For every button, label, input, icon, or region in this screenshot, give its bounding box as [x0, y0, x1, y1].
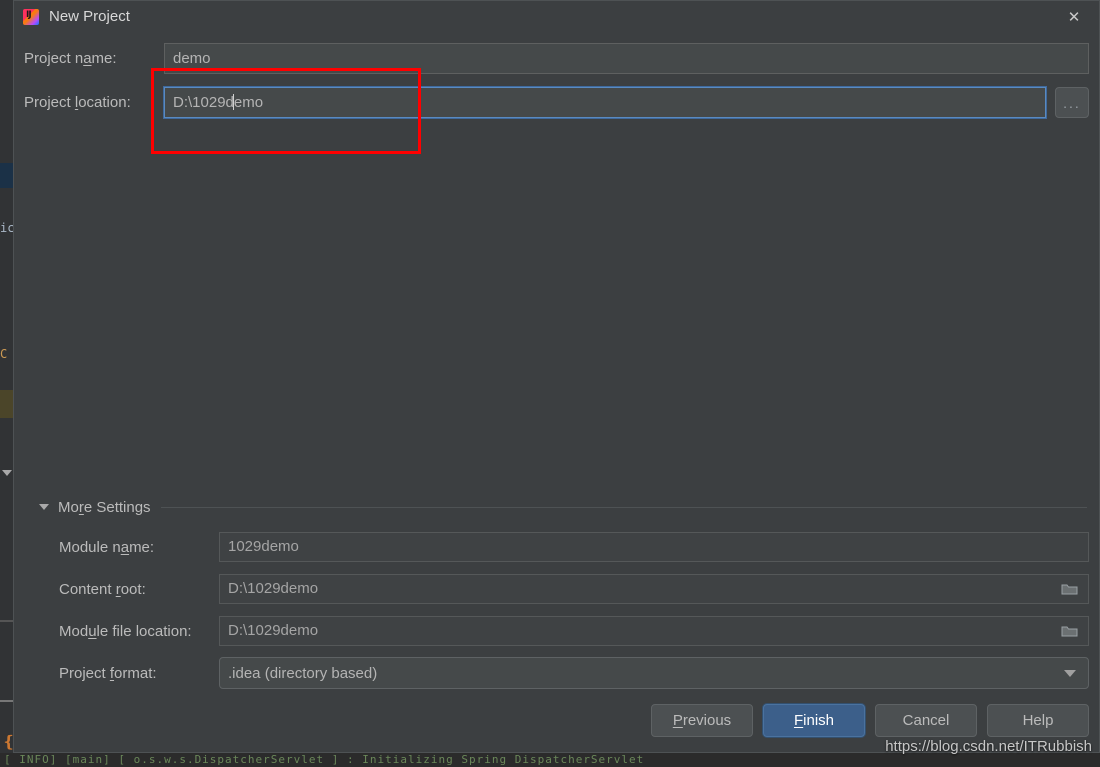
new-project-dialog: New Project ✕ Project name: demo Project… — [13, 0, 1100, 753]
module-file-location-input[interactable]: D:\1029demo — [219, 616, 1089, 646]
content-root-value: D:\1029demo — [228, 580, 319, 597]
module-name-label: Module name: — [59, 538, 155, 556]
content-root-input[interactable]: D:\1029demo — [219, 574, 1089, 604]
section-divider — [160, 506, 1087, 508]
ide-left-panel — [0, 0, 13, 767]
project-name-label: Project name: — [24, 50, 117, 67]
ide-edge-glyph: ic — [0, 221, 13, 235]
ide-left-selected-item — [0, 163, 13, 188]
finish-button[interactable]: Finish — [763, 703, 865, 737]
project-settings-form: Project name: demo Project location: D:\… — [14, 32, 1099, 154]
triangle-down-icon — [39, 504, 49, 510]
content-root-row: Content root: D:\1029demo — [24, 574, 1089, 604]
ide-left-highlight-row — [0, 390, 13, 418]
dialog-titlebar: New Project ✕ — [14, 1, 1099, 32]
more-settings-label: More Settings — [58, 498, 151, 516]
project-location-row: Project location: D:\1029demo ... — [24, 87, 1089, 118]
help-button[interactable]: Help — [987, 703, 1089, 737]
module-name-row: Module name: 1029demo — [24, 532, 1089, 562]
browse-location-button[interactable]: ... — [1055, 87, 1089, 118]
more-settings-section: More Settings Module name: 1029demo Cont… — [14, 494, 1099, 689]
module-file-location-value: D:\1029demo — [228, 622, 319, 639]
project-format-label: Project format: — [59, 664, 157, 682]
folder-icon[interactable] — [1061, 625, 1078, 638]
module-name-value: 1029demo — [228, 538, 299, 555]
module-file-location-row: Module file location: D:\1029demo — [24, 616, 1089, 646]
triangle-down-icon — [2, 470, 12, 476]
folder-icon[interactable] — [1061, 583, 1078, 596]
module-name-input[interactable]: 1029demo — [219, 532, 1089, 562]
ide-edge-glyph: C — [0, 347, 8, 361]
project-location-input[interactable]: D:\1029demo — [164, 87, 1046, 118]
dialog-empty-area — [14, 131, 1099, 494]
project-name-input[interactable]: demo — [164, 43, 1089, 74]
chevron-down-icon — [1064, 669, 1076, 677]
ide-divider — [0, 700, 13, 702]
location-text-before-caret: D:\1029d — [173, 94, 234, 111]
dialog-title: New Project — [49, 8, 130, 25]
more-settings-toggle[interactable]: More Settings — [24, 494, 1089, 520]
location-text-after-caret: emo — [233, 94, 264, 111]
project-format-value: .idea (directory based) — [228, 664, 378, 682]
watermark-url: https://blog.csdn.net/ITRubbish — [885, 738, 1092, 755]
module-file-location-label: Module file location: — [59, 622, 192, 640]
project-format-row: Project format: .idea (directory based) — [24, 657, 1089, 689]
previous-button[interactable]: Previous — [651, 703, 753, 737]
close-icon[interactable]: ✕ — [1057, 5, 1091, 29]
ide-divider — [0, 620, 13, 622]
ide-console-log: [ INFO] [main] [ o.s.w.s.DispatcherServl… — [0, 753, 1100, 767]
content-root-label: Content root: — [59, 580, 146, 598]
intellij-idea-icon — [23, 8, 39, 25]
project-location-label: Project location: — [24, 94, 131, 111]
project-format-select[interactable]: .idea (directory based) — [219, 657, 1089, 689]
project-name-row: Project name: demo — [24, 43, 1089, 74]
cancel-button[interactable]: Cancel — [875, 703, 977, 737]
